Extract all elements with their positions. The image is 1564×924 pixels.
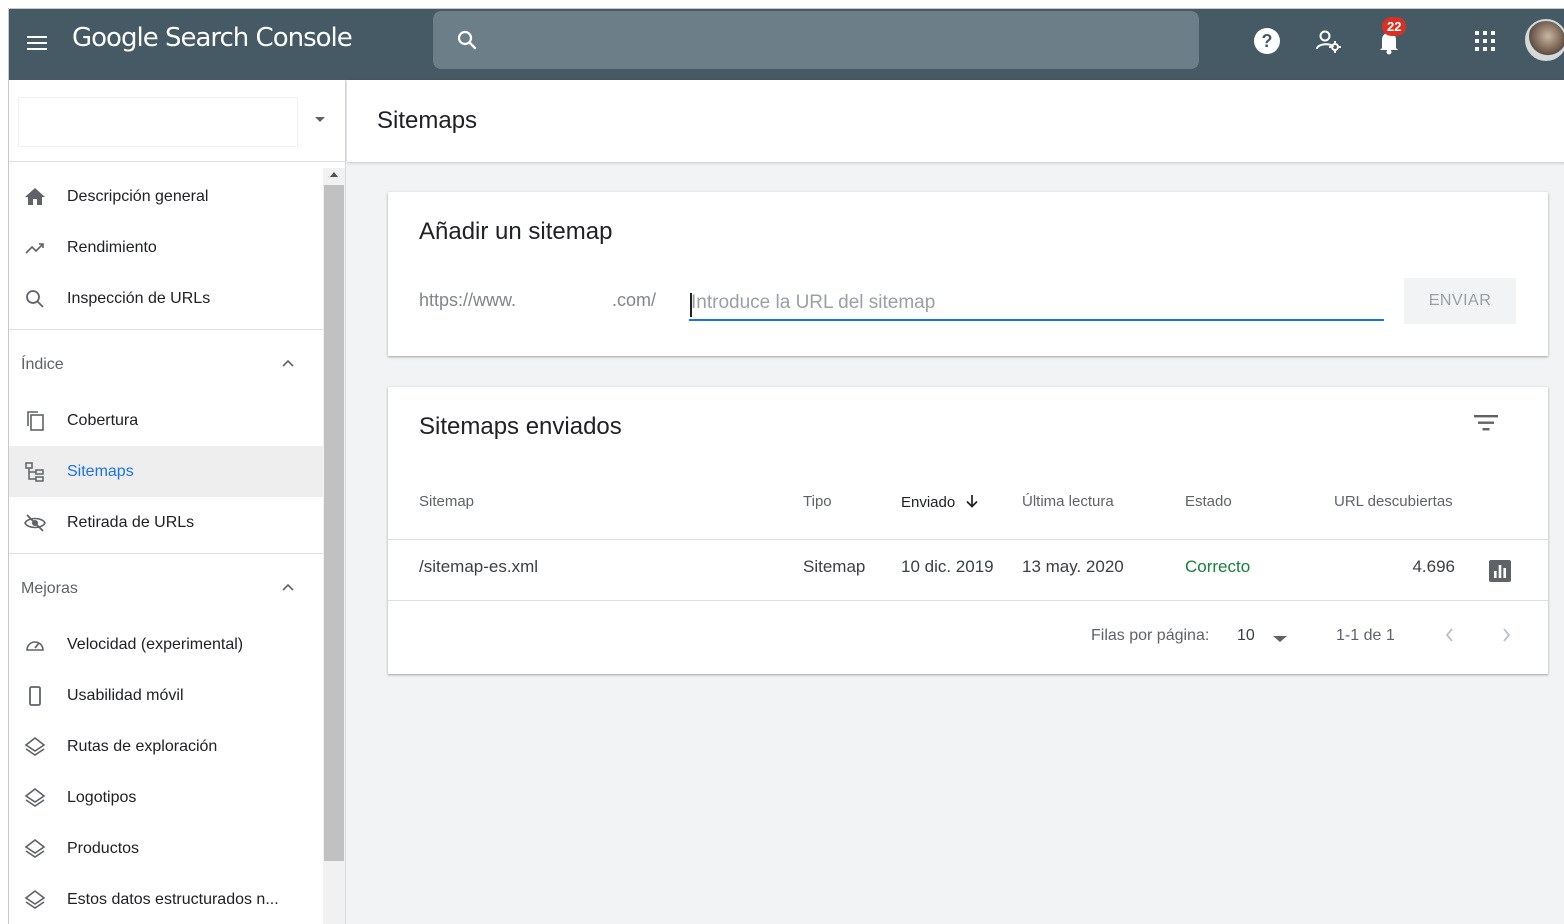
card-title: Sitemaps enviados (419, 413, 622, 440)
sidebar-item-label: Inspección de URLs (67, 289, 211, 307)
cell-submitted: 10 dic. 2019 (901, 557, 994, 576)
sidebar-item-label: Cobertura (67, 411, 139, 429)
home-icon (25, 188, 45, 205)
sidebar-item-label: Rendimiento (67, 238, 157, 256)
scrollbar-thumb[interactable] (324, 185, 344, 861)
sidebar-item-sitemaps[interactable]: Sitemaps (9, 446, 323, 497)
cell-last-read: 13 may. 2020 (1022, 557, 1124, 576)
phone-icon (29, 686, 41, 706)
visibility-off-icon (24, 514, 46, 532)
app-frame: Google Search Console ? 22 Descripción g… (8, 8, 1564, 924)
sidebar-item-breadcrumbs[interactable]: Rutas de exploración (9, 721, 323, 772)
card-title: Añadir un sitemap (419, 218, 613, 245)
sidebar-item-label: Productos (67, 839, 140, 857)
column-header-submitted[interactable]: Enviado (901, 493, 980, 511)
divider (388, 600, 1548, 601)
section-label: Índice (21, 356, 64, 373)
page-title: Sitemaps (377, 107, 478, 134)
sidebar-item-products[interactable]: Productos (9, 823, 323, 874)
apps-grid-icon[interactable] (1469, 25, 1501, 57)
cell-discovered-urls: 4.696 (1412, 557, 1455, 576)
sidebar-item-mobile-usability[interactable]: Usabilidad móvil (9, 670, 323, 721)
sidebar-item-url-inspection[interactable]: Inspección de URLs (9, 273, 323, 324)
previous-page-icon[interactable] (1440, 625, 1460, 645)
help-icon[interactable]: ? (1251, 25, 1283, 57)
rows-per-page-dropdown-icon[interactable] (1273, 636, 1287, 642)
sidebar-item-label: Usabilidad móvil (67, 686, 184, 704)
app-logo: Google Search Console (72, 23, 353, 53)
sidebar-item-overview[interactable]: Descripción general (9, 171, 323, 222)
column-header-type[interactable]: Tipo (803, 493, 832, 510)
sidebar-item-label: Rutas de exploración (67, 737, 218, 755)
sidebar-nav: Descripción general Rendimiento Inspecci… (9, 171, 323, 924)
column-header-last-read[interactable]: Última lectura (1022, 493, 1114, 510)
sidebar-item-coverage[interactable]: Cobertura (9, 395, 323, 446)
account-avatar[interactable] (1525, 19, 1564, 61)
sidebar-item-structured-data[interactable]: Estos datos estructurados n... (9, 874, 323, 924)
sidebar-item-logos[interactable]: Logotipos (9, 772, 323, 823)
cell-sitemap: /sitemap-es.xml (419, 557, 539, 576)
trending-up-icon (25, 243, 44, 254)
property-selector[interactable] (19, 98, 297, 146)
pagination-range: 1-1 de 1 (1336, 627, 1395, 644)
svg-text:?: ? (1262, 31, 1273, 51)
cell-type: Sitemap (803, 557, 866, 576)
divider (388, 539, 1548, 540)
column-header-status[interactable]: Estado (1185, 493, 1232, 510)
section-label: Mejoras (21, 580, 78, 597)
sitemap-icon (25, 462, 44, 482)
layers-icon (24, 838, 46, 858)
property-dropdown-icon[interactable] (315, 117, 325, 122)
scroll-up-arrow-icon[interactable] (330, 172, 338, 177)
search-icon (26, 290, 44, 308)
divider (9, 161, 346, 162)
sidebar-item-label: Logotipos (67, 788, 137, 806)
coverage-icon (27, 411, 44, 431)
arrow-down-icon (966, 495, 978, 508)
add-sitemap-card: Añadir un sitemap https://www. .com/ ENVI… (388, 192, 1548, 356)
column-header-sitemap[interactable]: Sitemap (419, 493, 474, 510)
page-header: Sitemaps (347, 80, 1564, 162)
section-index-toggle[interactable]: Índice (9, 330, 323, 395)
search-bar[interactable] (433, 11, 1199, 69)
column-header-label: Enviado (901, 494, 956, 511)
search-icon (457, 30, 477, 50)
top-app-bar: Google Search Console ? 22 (9, 9, 1564, 80)
speed-icon (26, 641, 44, 651)
sidebar-item-label: Velocidad (experimental) (67, 635, 244, 653)
sidebar-item-performance[interactable]: Rendimiento (9, 222, 323, 273)
layers-icon (24, 787, 46, 807)
url-prefix: https://www. .com/ (419, 290, 656, 311)
sidebar-item-label: Estos datos estructurados n... (67, 890, 279, 908)
submit-sitemap-button[interactable]: ENVIAR (1404, 278, 1516, 324)
manage-users-icon[interactable] (1312, 25, 1344, 57)
sitemap-url-input[interactable] (689, 287, 1384, 321)
column-header-discovered-urls[interactable]: URL descubiertas (1334, 493, 1453, 510)
next-page-icon[interactable] (1496, 625, 1516, 645)
hamburger-menu-icon[interactable] (25, 31, 49, 55)
sidebar-item-label: Sitemaps (67, 462, 134, 480)
filter-icon[interactable] (1472, 411, 1500, 435)
cell-status: Correcto (1185, 557, 1251, 576)
url-prefix-start: https://www. (419, 290, 517, 310)
sidebar-item-speed[interactable]: Velocidad (experimental) (9, 619, 323, 670)
sidebar-item-removals[interactable]: Retirada de URLs (9, 497, 323, 548)
rows-per-page-label: Filas por página: (1091, 627, 1210, 644)
chevron-up-icon (282, 583, 294, 591)
section-enhancements-toggle[interactable]: Mejoras (9, 554, 323, 619)
url-prefix-end: .com/ (612, 290, 657, 310)
notification-badge: 22 (1382, 17, 1407, 36)
sidebar-item-label: Retirada de URLs (67, 513, 195, 531)
open-report-icon[interactable] (1488, 559, 1512, 583)
text-cursor (690, 293, 692, 317)
sidebar-item-label: Descripción general (67, 187, 209, 205)
chevron-up-icon (282, 359, 294, 367)
layers-icon (24, 889, 46, 909)
sidebar: Descripción general Rendimiento Inspecci… (9, 80, 346, 924)
sidebar-scrollbar[interactable] (323, 168, 345, 924)
submitted-sitemaps-card: Sitemaps enviados Sitemap Tipo Enviado Ú… (388, 387, 1548, 674)
rows-per-page-select[interactable]: 10 (1237, 627, 1255, 645)
layers-icon (24, 736, 46, 756)
